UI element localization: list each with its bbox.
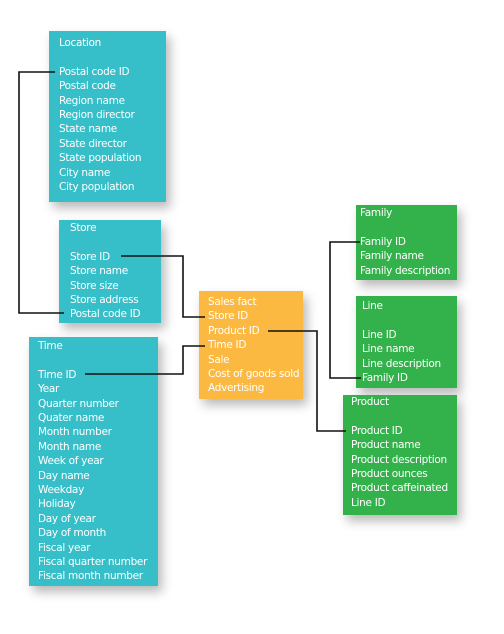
line-field: Family ID bbox=[362, 372, 408, 385]
location-field: City name bbox=[59, 166, 110, 179]
line-title: Line bbox=[362, 300, 383, 312]
line-field: Line description bbox=[362, 357, 441, 370]
product-table: Product Product ID Product name Product de… bbox=[343, 395, 457, 515]
location-field: Region director bbox=[59, 109, 135, 122]
product-field: Product description bbox=[351, 453, 447, 466]
time-field: Fiscal year bbox=[38, 541, 91, 554]
store-field: Postal code ID bbox=[70, 308, 141, 321]
product-field: Product ounces bbox=[351, 468, 428, 481]
sales-fact-field: Store ID bbox=[208, 310, 248, 323]
store-field: Store ID bbox=[70, 250, 110, 263]
location-title: Location bbox=[59, 37, 102, 49]
store-field: Store address bbox=[70, 294, 139, 307]
sales-fact-field: Advertising bbox=[208, 382, 265, 395]
sales-fact-field: Cost of goods sold bbox=[208, 368, 300, 381]
location-field: Postal code ID bbox=[59, 65, 130, 78]
line-table: Line Line ID Line name Line description Fam… bbox=[356, 296, 457, 388]
store-table: Store Store ID Store name Store size Store … bbox=[59, 220, 161, 323]
time-field: Fiscal month number bbox=[38, 570, 143, 583]
time-field: Year bbox=[38, 383, 60, 396]
store-field: Store name bbox=[70, 265, 128, 278]
product-field: Line ID bbox=[351, 496, 386, 509]
time-field: Week of year bbox=[38, 455, 104, 468]
family-title: Family bbox=[360, 207, 392, 219]
line-field: Line name bbox=[362, 343, 415, 356]
sales-fact-title: Sales fact bbox=[208, 296, 257, 308]
time-field: Month number bbox=[38, 426, 112, 439]
store-title: Store bbox=[70, 222, 97, 234]
family-field: Family description bbox=[360, 264, 451, 277]
location-field: Postal code bbox=[59, 80, 116, 93]
product-field: Product ID bbox=[351, 424, 403, 437]
time-field: Day of year bbox=[38, 512, 96, 525]
time-field: Time ID bbox=[38, 368, 77, 381]
time-table: Time Time ID Year Quarter number Quater nam… bbox=[29, 337, 158, 586]
family-table: Family Family ID Family name Family descri… bbox=[356, 205, 457, 280]
location-table: Location Postal code ID Postal code Region… bbox=[49, 31, 166, 202]
product-field: Product name bbox=[351, 439, 421, 452]
store-field: Store size bbox=[70, 279, 119, 292]
time-field: Month name bbox=[38, 440, 102, 453]
family-field: Family name bbox=[360, 250, 424, 263]
location-field: State name bbox=[59, 123, 117, 136]
time-field: Quater name bbox=[38, 412, 105, 425]
location-field: State population bbox=[59, 152, 142, 165]
time-field: Weekday bbox=[38, 484, 84, 497]
time-field: Holiday bbox=[38, 498, 76, 511]
location-field: State director bbox=[59, 137, 127, 150]
time-field: Quarter number bbox=[38, 397, 119, 410]
location-field: Region name bbox=[59, 94, 125, 107]
line-field: Line ID bbox=[362, 328, 397, 341]
time-field: Day of month bbox=[38, 527, 107, 540]
sales-fact-field: Sale bbox=[208, 353, 230, 366]
location-field: City population bbox=[59, 181, 135, 194]
family-field: Family ID bbox=[360, 235, 406, 248]
product-field: Product caffeinated bbox=[351, 482, 448, 495]
time-field: Fiscal quarter number bbox=[38, 556, 148, 569]
sales-fact-field: Product ID bbox=[208, 324, 260, 337]
time-title: Time bbox=[38, 340, 63, 352]
sales-fact-field: Time ID bbox=[208, 339, 247, 352]
product-title: Product bbox=[351, 396, 389, 408]
time-field: Day name bbox=[38, 469, 90, 482]
sales-fact-table: Sales fact Store ID Product ID Time ID Sale… bbox=[199, 291, 303, 399]
